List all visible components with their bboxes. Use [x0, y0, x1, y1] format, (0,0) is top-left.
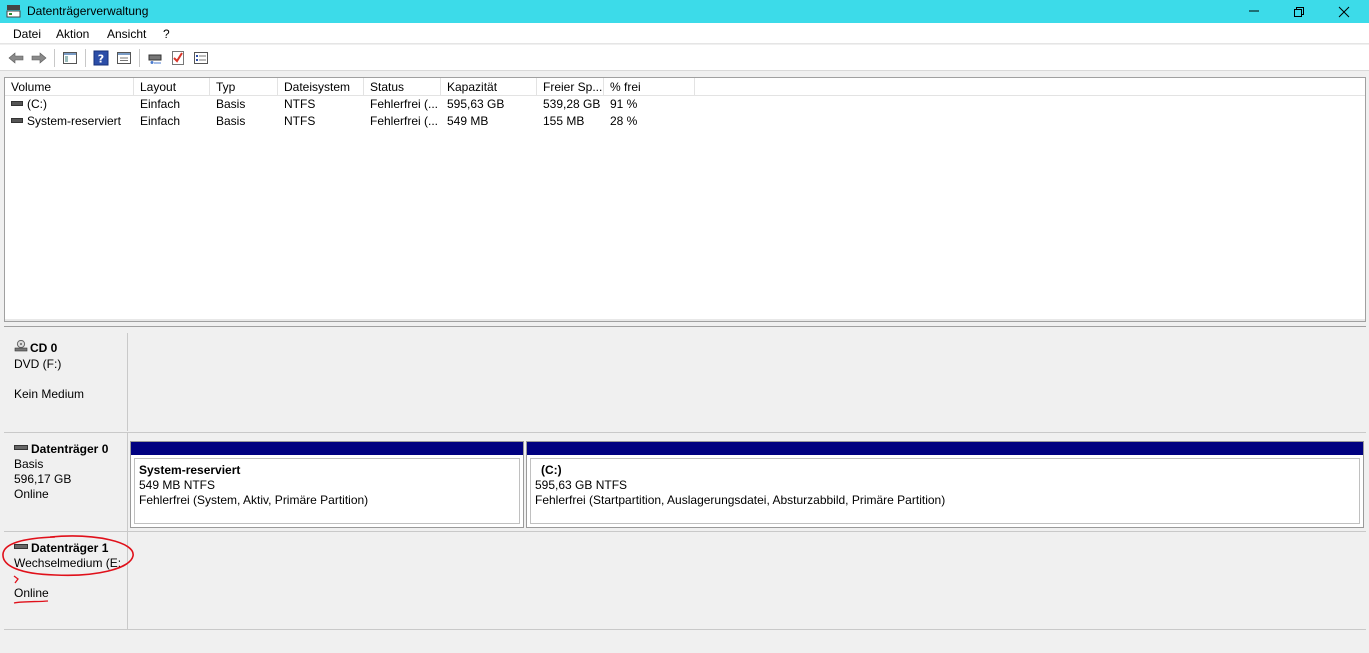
partition-bar [131, 442, 523, 455]
drive-icon [11, 101, 23, 107]
rescan-disks-icon[interactable] [147, 50, 163, 66]
cell-status: Fehlerfrei (... [370, 114, 439, 128]
toolbar-separator [85, 49, 86, 67]
disk-area-datentraeger-1 [128, 532, 1366, 630]
disk-type: Basis [14, 457, 44, 471]
menu-bar: Datei Aktion Ansicht ? [0, 23, 1369, 44]
restore-icon [1294, 7, 1304, 17]
cd-drive-icon [14, 339, 28, 352]
cell-layout: Einfach [140, 97, 181, 111]
cell-typ: Basis [216, 114, 246, 128]
drive-icon [11, 118, 23, 124]
partition-status: Fehlerfrei (Startpartition, Auslagerungs… [535, 493, 946, 507]
removable-disk-icon [14, 544, 28, 550]
partition-size: 549 MB NTFS [139, 478, 216, 492]
menu-help[interactable]: ? [163, 27, 170, 41]
cell-dateisystem: NTFS [284, 114, 316, 128]
disk-title: Datenträger 1 [14, 541, 108, 555]
menu-ansicht[interactable]: Ansicht [107, 27, 146, 41]
horizontal-scrollbar[interactable] [5, 319, 1365, 321]
minimize-button[interactable] [1231, 0, 1277, 23]
partition-size: 595,63 GB NTFS [535, 478, 628, 492]
disk-name: CD 0 [30, 341, 58, 355]
disk-row-cd0[interactable]: CD 0 DVD (F:) Kein Medium [4, 333, 1366, 431]
toolbar-separator [54, 49, 55, 67]
restore-button[interactable] [1276, 0, 1322, 23]
disk-capacity: 596,17 GB [14, 472, 72, 486]
settings-list-icon[interactable] [193, 50, 209, 66]
disk-area-cd0 [128, 333, 1366, 431]
console-tree-icon[interactable] [62, 50, 78, 66]
disk-media-status: Kein Medium [14, 387, 85, 401]
disk-status: Online [14, 487, 49, 501]
properties-icon[interactable] [116, 50, 132, 66]
cell-dateisystem: NTFS [284, 97, 316, 111]
forward-arrow-icon[interactable] [31, 50, 47, 66]
disk-info-datentraeger-1[interactable]: Datenträger 1 Wechselmedium (E: Online [4, 532, 128, 630]
disk-row-datentraeger-0[interactable]: Datenträger 0 Basis 596,17 GB Online Sys… [4, 433, 1366, 531]
cell-layout: Einfach [140, 114, 181, 128]
disk-row-datentraeger-1[interactable]: Datenträger 1 Wechselmedium (E: Online [4, 532, 1366, 630]
partition-body: (C:) 595,63 GB NTFS Fehlerfrei (Startpar… [530, 458, 1360, 524]
volume-list: Volume Layout Typ Dateisystem Status Kap… [4, 77, 1366, 322]
check-icon[interactable] [170, 50, 186, 66]
cell-prozent-frei: 28 % [610, 114, 638, 128]
minimize-icon [1249, 10, 1259, 12]
partition-bar [527, 442, 1363, 455]
table-row[interactable]: System-reserviert Einfach Basis NTFS Feh… [5, 113, 1365, 130]
menu-aktion[interactable]: Aktion [56, 27, 89, 41]
cell-freier-speicher: 155 MB [543, 114, 585, 128]
cell-freier-speicher: 539,28 GB [543, 97, 601, 111]
column-freier-speicher[interactable]: Freier Sp... [537, 78, 604, 96]
partition-system-reserviert[interactable]: System-reserviert 549 MB NTFS Fehlerfrei… [130, 441, 524, 528]
partition-name: (C:) [541, 463, 562, 477]
close-icon [1338, 6, 1350, 18]
column-typ[interactable]: Typ [210, 78, 278, 96]
partition-name: System-reserviert [139, 463, 241, 477]
disk-info-datentraeger-0[interactable]: Datenträger 0 Basis 596,17 GB Online [4, 433, 128, 531]
cell-kapazitaet: 549 MB [447, 114, 489, 128]
disk-title: CD 0 [14, 339, 58, 355]
svg-text:?: ? [98, 53, 104, 66]
disk-area-datentraeger-0: System-reserviert 549 MB NTFS Fehlerfrei… [128, 433, 1366, 531]
column-dateisystem[interactable]: Dateisystem [278, 78, 364, 96]
cell-kapazitaet: 595,63 GB [447, 97, 505, 111]
cell-prozent-frei: 91 % [610, 97, 638, 111]
hard-disk-icon [14, 445, 28, 451]
column-status[interactable]: Status [364, 78, 441, 96]
disk-type: Wechselmedium (E: [14, 556, 122, 570]
volume-name: System-reserviert [27, 114, 122, 128]
disk-name: Datenträger 0 [31, 442, 109, 456]
partition-body: System-reserviert 549 MB NTFS Fehlerfrei… [134, 458, 520, 524]
column-layout[interactable]: Layout [134, 78, 210, 96]
table-row[interactable]: (C:) Einfach Basis NTFS Fehlerfrei (... … [5, 96, 1365, 113]
toolbar: ? [0, 45, 1369, 71]
menu-datei[interactable]: Datei [13, 27, 41, 41]
cell-status: Fehlerfrei (... [370, 97, 439, 111]
volume-list-header: Volume Layout Typ Dateisystem Status Kap… [5, 78, 1365, 96]
back-arrow-icon[interactable] [8, 50, 24, 66]
column-prozent-frei[interactable]: % frei [604, 78, 695, 96]
disk-info-cd0[interactable]: CD 0 DVD (F:) Kein Medium [4, 333, 128, 431]
help-icon[interactable]: ? [93, 50, 109, 66]
window-title: Datenträgerverwaltung [27, 4, 149, 18]
column-volume[interactable]: Volume [5, 78, 134, 96]
disk-graphical-view: CD 0 DVD (F:) Kein Medium Datenträger 0 … [4, 326, 1366, 630]
disk-status: Online [14, 586, 49, 600]
toolbar-separator [139, 49, 140, 67]
partition-status: Fehlerfrei (System, Aktiv, Primäre Parti… [139, 493, 369, 507]
cell-volume: System-reserviert [5, 113, 134, 130]
volume-name: (C:) [27, 97, 47, 111]
divider [4, 629, 1366, 630]
disk-name: Datenträger 1 [31, 541, 109, 555]
disk-drive-letter: DVD (F:) [14, 357, 62, 371]
cell-typ: Basis [216, 97, 246, 111]
title-bar: Datenträgerverwaltung [0, 0, 1369, 23]
column-kapazitaet[interactable]: Kapazität [441, 78, 537, 96]
partition-c[interactable]: (C:) 595,63 GB NTFS Fehlerfrei (Startpar… [526, 441, 1364, 528]
disk-title: Datenträger 0 [14, 442, 108, 456]
close-button[interactable] [1321, 0, 1367, 23]
cell-volume: (C:) [5, 96, 134, 113]
disk-management-icon [6, 5, 21, 18]
